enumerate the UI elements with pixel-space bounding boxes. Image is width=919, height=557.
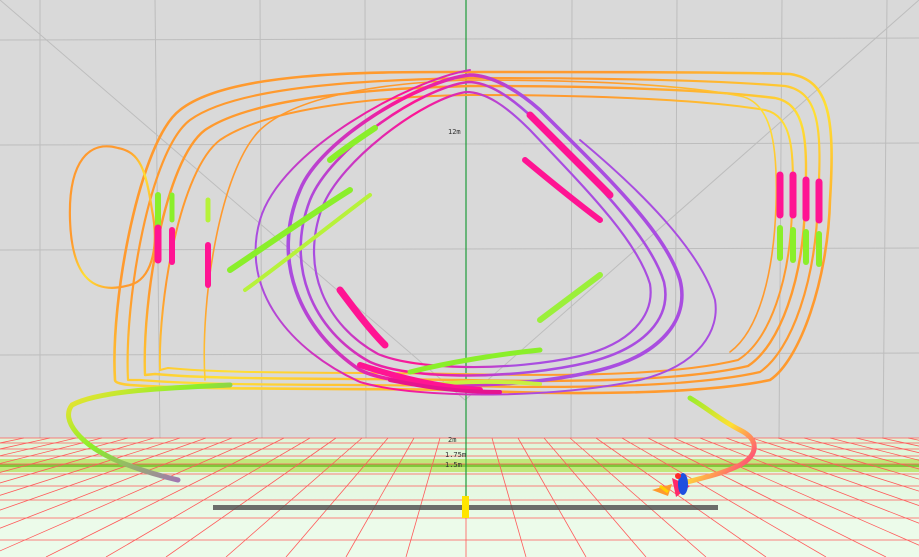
ruler-mark-1: 2m bbox=[448, 436, 457, 444]
scene-canvas bbox=[0, 0, 919, 557]
ruler-upper-label: 12m bbox=[448, 128, 461, 136]
origin-marker bbox=[462, 496, 469, 518]
ruler-mark-2: 1.75m bbox=[445, 451, 467, 459]
3d-viewport[interactable]: 12m 2m 1.75m 1.5m bbox=[0, 0, 919, 557]
ruler-mark-3: 1.5m bbox=[445, 461, 462, 469]
